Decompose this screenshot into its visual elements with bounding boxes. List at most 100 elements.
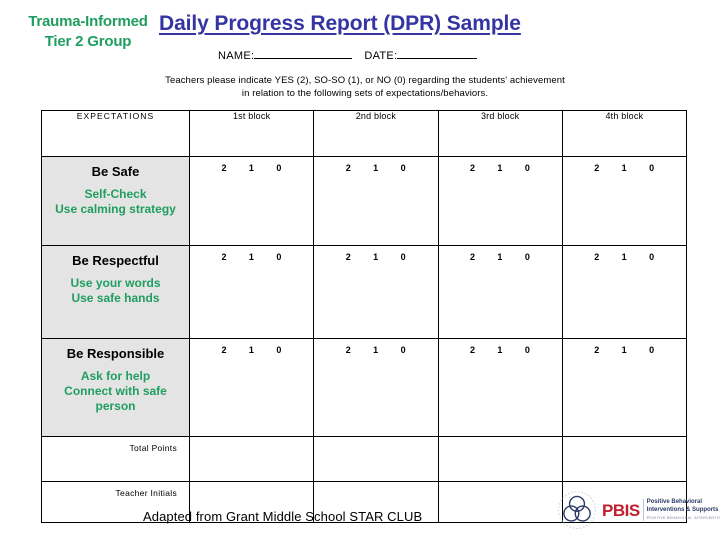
expectation-title: Be Safe — [91, 164, 140, 179]
expectation-sub-line: person — [95, 399, 136, 413]
score-option-2[interactable]: 2 — [594, 345, 599, 355]
score-cell-be-safe-block-2[interactable]: 2 1 0 — [313, 156, 439, 246]
name-input-rule[interactable] — [254, 48, 353, 59]
score-cell-be-safe-block-4[interactable]: 2 1 0 — [561, 156, 688, 246]
score-option-2[interactable]: 2 — [222, 345, 227, 355]
score-option-1[interactable]: 1 — [622, 345, 627, 355]
expectation-sub-line: Self-Check — [84, 187, 147, 201]
instructions-line2: in relation to the following sets of exp… — [241, 88, 489, 99]
score-option-0[interactable]: 0 — [525, 163, 530, 173]
score-cell-be-responsible-block-2[interactable]: 2 1 0 — [313, 338, 439, 437]
score-option-0[interactable]: 0 — [649, 163, 654, 173]
total-points-cell-block-2[interactable] — [313, 436, 439, 482]
expectation-cell-be-responsible: Be Responsible Ask for help Connect with… — [41, 338, 190, 437]
total-points-cell-block-3[interactable] — [437, 436, 563, 482]
score-cell-be-safe-block-1[interactable]: 2 1 0 — [188, 156, 315, 246]
score-options: 2 1 0 — [314, 163, 437, 173]
score-cell-be-respectful-block-3[interactable]: 2 1 0 — [437, 245, 563, 339]
score-option-1[interactable]: 1 — [497, 252, 502, 262]
score-option-2[interactable]: 2 — [222, 163, 227, 173]
score-option-0[interactable]: 0 — [276, 345, 281, 355]
table-row: Total Points — [41, 436, 688, 482]
score-option-1[interactable]: 1 — [373, 345, 378, 355]
score-option-0[interactable]: 0 — [401, 163, 406, 173]
score-option-0[interactable]: 0 — [649, 252, 654, 262]
score-option-0[interactable]: 0 — [276, 163, 281, 173]
score-option-0[interactable]: 0 — [649, 345, 654, 355]
score-options: 2 1 0 — [190, 345, 313, 355]
expectation-title: Be Responsible — [66, 346, 165, 361]
score-cell-be-responsible-block-1[interactable]: 2 1 0 — [188, 338, 315, 437]
pbis-center-line: POSITIVE BEHAVIORAL INTERVENTIONS & SUPP… — [646, 516, 720, 520]
table-row: Be Responsible Ask for help Connect with… — [41, 338, 688, 437]
score-option-1[interactable]: 1 — [497, 163, 502, 173]
score-options: 2 1 0 — [314, 345, 437, 355]
score-option-0[interactable]: 0 — [401, 345, 406, 355]
footer-credit: Adapted from Grant Middle School STAR CL… — [143, 509, 423, 524]
date-input-rule[interactable] — [397, 48, 478, 59]
score-option-0[interactable]: 0 — [401, 252, 406, 262]
pbis-wordmark: PBIS Positive Behavioral Interventions &… — [602, 499, 720, 521]
column-header-block-2: 2nd block — [313, 110, 439, 157]
score-option-2[interactable]: 2 — [470, 345, 475, 355]
score-option-1[interactable]: 1 — [622, 163, 627, 173]
score-option-1[interactable]: 1 — [373, 252, 378, 262]
date-label: DATE: — [364, 50, 398, 62]
score-cell-be-respectful-block-1[interactable]: 2 1 0 — [188, 245, 315, 339]
pbis-tagline-line2: Interventions & Supports — [646, 506, 719, 513]
expectation-sub-line: Ask for help — [80, 369, 151, 383]
expectation-sub-line: Use safe hands — [71, 291, 160, 305]
total-points-cell-block-1[interactable] — [188, 436, 315, 482]
pbis-tagline-line1: Positive Behavioral — [646, 499, 703, 505]
score-option-2[interactable]: 2 — [346, 163, 351, 173]
score-options: 2 1 0 — [439, 345, 562, 355]
score-option-0[interactable]: 0 — [276, 252, 281, 262]
expectation-sub-line: Connect with safe — [64, 384, 167, 398]
name-date-line: NAME: DATE: — [218, 48, 478, 63]
score-cell-be-safe-block-3[interactable]: 2 1 0 — [437, 156, 563, 246]
column-header-block-3: 3rd block — [437, 110, 563, 157]
program-heading-line2: Tier 2 Group — [44, 33, 132, 50]
score-option-2[interactable]: 2 — [594, 252, 599, 262]
score-option-0[interactable]: 0 — [525, 345, 530, 355]
score-option-1[interactable]: 1 — [249, 345, 254, 355]
column-header-block-1: 1st block — [188, 110, 315, 157]
score-option-2[interactable]: 2 — [346, 252, 351, 262]
score-option-2[interactable]: 2 — [470, 163, 475, 173]
score-option-2[interactable]: 2 — [222, 252, 227, 262]
score-option-2[interactable]: 2 — [470, 252, 475, 262]
score-options: 2 1 0 — [563, 163, 686, 173]
table-row: Be Safe Self-Check Use calming strategy … — [41, 156, 688, 246]
score-option-1[interactable]: 1 — [373, 163, 378, 173]
score-cell-be-responsible-block-4[interactable]: 2 1 0 — [561, 338, 688, 437]
score-options: 2 1 0 — [439, 252, 562, 262]
instructions-line1: Teachers please indicate YES (2), SO-SO … — [165, 75, 565, 86]
score-options: 2 1 0 — [563, 345, 686, 355]
score-cell-be-respectful-block-4[interactable]: 2 1 0 — [561, 245, 688, 339]
pbis-acronym: PBIS — [602, 500, 640, 520]
pbis-venn-icon — [558, 491, 596, 529]
program-heading: Trauma-Informed Tier 2 Group — [8, 12, 168, 52]
pbis-logo: PBIS Positive Behavioral Interventions &… — [556, 486, 720, 534]
name-label: NAME: — [218, 50, 255, 62]
score-option-2[interactable]: 2 — [594, 163, 599, 173]
total-points-cell-block-4[interactable] — [561, 436, 688, 482]
column-header-expectations: EXPECTATIONS — [41, 110, 190, 157]
score-option-1[interactable]: 1 — [622, 252, 627, 262]
table-row: Be Respectful Use your words Use safe ha… — [41, 245, 688, 339]
instructions: Teachers please indicate YES (2), SO-SO … — [130, 74, 600, 100]
teacher-initials-cell-block-3[interactable] — [437, 481, 563, 523]
column-header-block-4: 4th block — [561, 110, 688, 157]
expectation-sub-line: Use calming strategy — [55, 202, 176, 216]
score-option-0[interactable]: 0 — [525, 252, 530, 262]
score-option-1[interactable]: 1 — [249, 252, 254, 262]
score-options: 2 1 0 — [439, 163, 562, 173]
page-title: Daily Progress Report (DPR) Sample — [159, 12, 521, 35]
score-cell-be-respectful-block-2[interactable]: 2 1 0 — [313, 245, 439, 339]
expectation-cell-be-safe: Be Safe Self-Check Use calming strategy — [41, 156, 190, 246]
score-cell-be-responsible-block-3[interactable]: 2 1 0 — [437, 338, 563, 437]
score-option-1[interactable]: 1 — [249, 163, 254, 173]
score-option-1[interactable]: 1 — [497, 345, 502, 355]
score-option-2[interactable]: 2 — [346, 345, 351, 355]
expectation-sub-line: Use your words — [70, 276, 161, 290]
